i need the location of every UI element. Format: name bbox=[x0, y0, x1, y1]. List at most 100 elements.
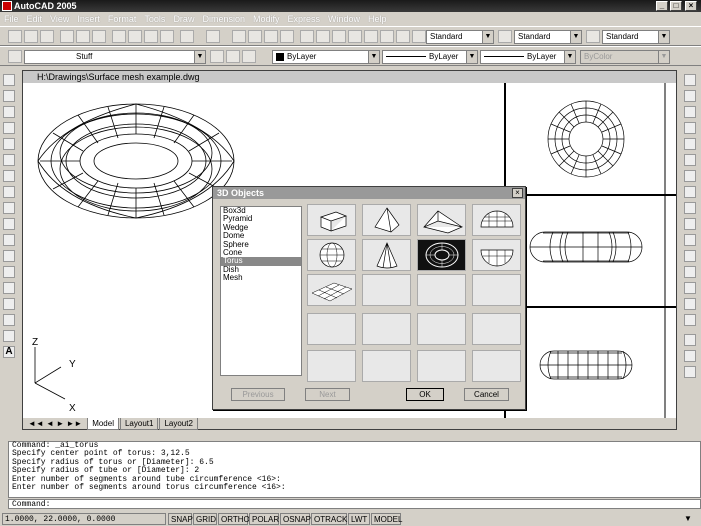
layer-states-icon[interactable] bbox=[242, 50, 256, 63]
previous-button[interactable]: Previous bbox=[231, 388, 285, 401]
properties-icon[interactable] bbox=[300, 30, 314, 43]
make-current-layer-icon[interactable] bbox=[210, 50, 224, 63]
cancel-button[interactable]: Cancel bbox=[464, 388, 509, 401]
mirror-icon[interactable] bbox=[684, 106, 696, 118]
region-icon[interactable] bbox=[3, 314, 15, 326]
point-icon[interactable] bbox=[3, 282, 15, 294]
rotate-icon[interactable] bbox=[684, 170, 696, 182]
menu-tools[interactable]: Tools bbox=[140, 12, 169, 26]
menu-draw[interactable]: Draw bbox=[169, 12, 198, 26]
tray-settings-icon[interactable]: ▼ bbox=[678, 513, 698, 525]
explode-icon[interactable] bbox=[684, 314, 696, 326]
fillet-icon[interactable] bbox=[684, 298, 696, 310]
bring-to-front-icon[interactable] bbox=[684, 350, 696, 362]
draw-order-icon[interactable] bbox=[684, 334, 696, 346]
help-icon[interactable] bbox=[396, 30, 410, 43]
wedge-tile[interactable] bbox=[417, 204, 466, 236]
stretch-icon[interactable] bbox=[684, 202, 696, 214]
zoom-window-icon[interactable] bbox=[264, 30, 278, 43]
model-toggle[interactable]: MODEL bbox=[371, 513, 402, 525]
command-input[interactable]: Command: bbox=[8, 499, 701, 509]
array-icon[interactable] bbox=[684, 138, 696, 150]
save-icon[interactable] bbox=[40, 30, 54, 43]
construction-line-icon[interactable] bbox=[3, 90, 15, 102]
tab-layout2[interactable]: Layout2 bbox=[159, 418, 198, 430]
sphere-tile[interactable] bbox=[307, 239, 356, 271]
lwt-toggle[interactable]: LWT bbox=[348, 513, 370, 525]
color-select[interactable]: ByLayer ▼ bbox=[272, 50, 380, 64]
cone-tile[interactable] bbox=[362, 239, 411, 271]
hatch-icon[interactable] bbox=[3, 298, 15, 310]
menu-window[interactable]: Window bbox=[324, 12, 364, 26]
layer-manager-icon[interactable] bbox=[8, 50, 22, 63]
trim-icon[interactable] bbox=[684, 218, 696, 230]
table-style-select[interactable]: Standard ▼ bbox=[602, 30, 670, 44]
erase-icon[interactable] bbox=[684, 74, 696, 86]
menu-help[interactable]: Help bbox=[364, 12, 391, 26]
layer-previous-icon[interactable] bbox=[226, 50, 240, 63]
line-icon[interactable] bbox=[3, 74, 15, 86]
ellipse-icon[interactable] bbox=[3, 218, 15, 230]
tool-palettes-icon[interactable] bbox=[332, 30, 346, 43]
box3d-tile[interactable] bbox=[307, 204, 356, 236]
dome-tile[interactable] bbox=[472, 204, 521, 236]
send-to-back-icon[interactable] bbox=[684, 366, 696, 378]
otrack-toggle[interactable]: OTRACK bbox=[311, 513, 347, 525]
pyramid-tile[interactable] bbox=[362, 204, 411, 236]
menu-dimension[interactable]: Dimension bbox=[198, 12, 249, 26]
sheet-set-icon[interactable] bbox=[348, 30, 362, 43]
minimize-button[interactable]: _ bbox=[656, 1, 668, 11]
lineweight-select[interactable]: ByLayer ▼ bbox=[480, 50, 576, 64]
break-icon[interactable] bbox=[684, 266, 696, 278]
menu-format[interactable]: Format bbox=[104, 12, 141, 26]
menu-edit[interactable]: Edit bbox=[23, 12, 47, 26]
next-button[interactable]: Next bbox=[305, 388, 350, 401]
grid-toggle[interactable]: GRID bbox=[193, 513, 217, 525]
markup-icon[interactable] bbox=[364, 30, 378, 43]
circle-icon[interactable] bbox=[3, 170, 15, 182]
dim-style-select[interactable]: Standard ▼ bbox=[514, 30, 582, 44]
menu-modify[interactable]: Modify bbox=[249, 12, 284, 26]
undo-icon[interactable] bbox=[180, 30, 194, 43]
multiline-text-icon[interactable]: A bbox=[3, 346, 15, 358]
calculator-icon[interactable] bbox=[380, 30, 394, 43]
design-center-icon[interactable] bbox=[316, 30, 330, 43]
paste-icon[interactable] bbox=[144, 30, 158, 43]
linetype-select[interactable]: ByLayer ▼ bbox=[382, 50, 478, 64]
ellipse-arc-icon[interactable] bbox=[3, 234, 15, 246]
maximize-button[interactable]: □ bbox=[670, 1, 682, 11]
ok-button[interactable]: OK bbox=[406, 388, 444, 401]
scale-icon[interactable] bbox=[684, 186, 696, 198]
layer-select[interactable]: Stuff ▼ bbox=[24, 50, 206, 64]
list-item[interactable]: Mesh bbox=[221, 273, 301, 282]
extend-icon[interactable] bbox=[684, 234, 696, 246]
publish-icon[interactable] bbox=[92, 30, 106, 43]
menu-file[interactable]: File bbox=[0, 12, 23, 26]
osnap-toggle[interactable]: OSNAP bbox=[280, 513, 311, 525]
offset-icon[interactable] bbox=[684, 122, 696, 134]
pan-icon[interactable] bbox=[232, 30, 246, 43]
zoom-realtime-icon[interactable] bbox=[248, 30, 262, 43]
tab-model[interactable]: Model bbox=[87, 418, 119, 430]
match-properties-icon[interactable] bbox=[160, 30, 174, 43]
zoom-previous-icon[interactable] bbox=[280, 30, 294, 43]
table-icon[interactable] bbox=[3, 330, 15, 342]
polyline-icon[interactable] bbox=[3, 106, 15, 118]
rectangle-icon[interactable] bbox=[3, 138, 15, 150]
break-at-point-icon[interactable] bbox=[684, 250, 696, 262]
polar-toggle[interactable]: POLAR bbox=[249, 513, 279, 525]
menu-view[interactable]: View bbox=[46, 12, 73, 26]
mesh-tile[interactable] bbox=[307, 274, 356, 306]
dialog-close-icon[interactable]: × bbox=[512, 188, 523, 198]
move-icon[interactable] bbox=[684, 154, 696, 166]
copy-icon[interactable] bbox=[128, 30, 142, 43]
arc-icon[interactable] bbox=[3, 154, 15, 166]
tab-layout1[interactable]: Layout1 bbox=[119, 418, 159, 430]
ortho-toggle[interactable]: ORTHO bbox=[218, 513, 250, 525]
open-icon[interactable] bbox=[24, 30, 38, 43]
object-list[interactable]: Box3d Pyramid Wedge Dome Sphere Cone Tor… bbox=[220, 206, 302, 376]
chamfer-icon[interactable] bbox=[684, 282, 696, 294]
new-icon[interactable] bbox=[8, 30, 22, 43]
tab-nav-arrows[interactable]: ◄◄ ◄ ► ►► bbox=[24, 418, 86, 429]
redo-icon[interactable] bbox=[206, 30, 220, 43]
